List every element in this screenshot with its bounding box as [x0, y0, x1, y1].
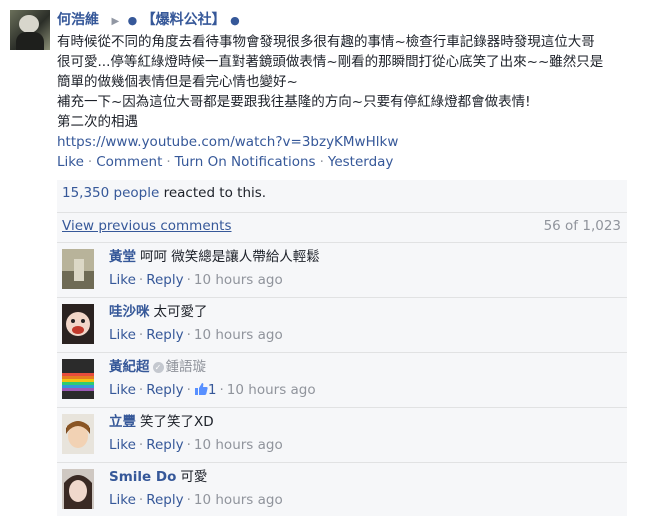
comment-like-link[interactable]: Like: [109, 327, 136, 343]
tagged-user[interactable]: 鍾語璇: [166, 359, 207, 375]
view-previous-comments-link[interactable]: View previous comments: [62, 218, 232, 234]
separator: ·: [219, 382, 224, 398]
post-line: 第二次的相遇: [57, 114, 138, 130]
post-line: 簡單的做幾個表情但是看完心情也變好~: [57, 74, 298, 90]
comment-text: 呵呵 微笑總是讓人帶給人輕鬆: [140, 249, 320, 265]
notifications-link[interactable]: Turn On Notifications: [175, 154, 316, 170]
divider: [57, 212, 627, 213]
post-line: 很可愛...停等紅綠燈時候一直對著鏡頭做表情~剛看的那瞬間打從心底笑了出來~~雖…: [57, 54, 604, 70]
separator: ·: [138, 272, 144, 288]
comment-timestamp[interactable]: 10 hours ago: [194, 437, 283, 453]
check-icon: ✓: [152, 362, 164, 373]
comment-timestamp[interactable]: 10 hours ago: [194, 272, 283, 288]
commenter-name[interactable]: 黃堂: [109, 249, 136, 265]
avatar-head-shape: [19, 15, 39, 33]
comment-reply-link[interactable]: Reply: [146, 327, 183, 343]
commenter-name[interactable]: Smile Do: [109, 469, 176, 485]
comment-like-count[interactable]: 1: [208, 382, 217, 398]
comment-text: 太可愛了: [153, 304, 208, 320]
comment-body: 哇沙咪 太可愛了 Like · Reply · 10 hours ago: [109, 303, 283, 343]
comment-body: 黃紀超 ✓ 鍾語璇 Like · Reply · 1 · 10 hours ago: [109, 358, 316, 398]
commenter-avatar[interactable]: [62, 304, 94, 344]
separator: ·: [166, 154, 171, 170]
commenter-name[interactable]: 立豐: [109, 414, 136, 430]
avatar-image-icon: [62, 249, 94, 289]
post-line: 有時候從不同的角度去看待事物會發現很多很有趣的事情~檢查行車記錄器時發現這位大哥: [57, 34, 595, 50]
comment-item: 黃堂 呵呵 微笑總是讓人帶給人輕鬆 Like · Reply · 10 hours ago: [57, 243, 627, 298]
avatar-body-shape: [16, 32, 44, 50]
avatar-image-icon: [62, 359, 94, 399]
post-video-link[interactable]: https://www.youtube.com/watch?v=3bzyKMwH…: [57, 132, 657, 152]
separator: ·: [186, 272, 191, 288]
separator: ·: [186, 382, 191, 398]
commenter-avatar[interactable]: [62, 249, 94, 289]
comment-reply-link[interactable]: Reply: [146, 272, 183, 288]
reactions-suffix: reacted to this.: [159, 185, 267, 201]
comment-timestamp[interactable]: 10 hours ago: [194, 327, 283, 343]
avatar-image-icon: [62, 414, 94, 454]
avatar-image-icon: [62, 469, 94, 509]
separator: ·: [186, 327, 191, 343]
comment-text: 笑了笑了XD: [140, 414, 214, 430]
post-line: 補充一下~因為這位大哥都是要跟我往基隆的方向~只要有停紅綠燈都會做表情!: [57, 94, 531, 110]
comment-link[interactable]: Comment: [96, 154, 162, 170]
dot-icon: ●: [127, 14, 138, 27]
group-name[interactable]: 【爆料公社】: [142, 12, 226, 28]
thumbs-up-icon[interactable]: [194, 382, 208, 398]
comment-reply-link[interactable]: Reply: [146, 382, 183, 398]
reactions-count[interactable]: 15,350 people: [62, 185, 159, 201]
separator: ·: [319, 154, 324, 170]
comment-like-link[interactable]: Like: [109, 437, 136, 453]
comment-like-link[interactable]: Like: [109, 492, 136, 508]
separator: ·: [87, 154, 93, 170]
reactions-summary: 15,350 people reacted to this.: [62, 185, 266, 201]
comment-timestamp[interactable]: 10 hours ago: [194, 492, 283, 508]
comments-count: 56 of 1,023: [543, 218, 621, 234]
arrow-right-icon: ▶: [111, 16, 120, 27]
comment-reply-link[interactable]: Reply: [146, 492, 183, 508]
like-link[interactable]: Like: [57, 154, 84, 170]
commenter-avatar[interactable]: [62, 414, 94, 454]
commenter-avatar[interactable]: [62, 359, 94, 399]
commenter-name[interactable]: 哇沙咪: [109, 304, 150, 320]
comment-text: 可愛: [180, 469, 208, 485]
comment-item: Smile Do 可愛 Like · Reply · 10 hours ago: [57, 463, 627, 518]
post-author-name[interactable]: 何浩維: [57, 12, 99, 28]
comment-body: Smile Do 可愛 Like · Reply · 10 hours ago: [109, 468, 283, 508]
comment-item: 哇沙咪 太可愛了 Like · Reply · 10 hours ago: [57, 298, 627, 353]
post-author-avatar[interactable]: [10, 10, 50, 50]
dot-icon: ●: [230, 14, 240, 27]
commenter-avatar[interactable]: [62, 469, 94, 509]
comment-body: 立豐 笑了笑了XD Like · Reply · 10 hours ago: [109, 413, 283, 453]
separator: ·: [138, 382, 144, 398]
post-timestamp[interactable]: Yesterday: [328, 154, 394, 170]
avatar-image-icon: [62, 304, 94, 344]
comment-reply-link[interactable]: Reply: [146, 437, 183, 453]
separator: ·: [138, 437, 144, 453]
commenter-name[interactable]: 黃紀超: [109, 359, 150, 375]
post-header: 何浩維 ▶ ● 【爆料公社】 ●: [57, 10, 240, 32]
comment-like-link[interactable]: Like: [109, 382, 136, 398]
separator: ·: [138, 492, 144, 508]
comment-body: 黃堂 呵呵 微笑總是讓人帶給人輕鬆 Like · Reply · 10 hours ago: [109, 248, 320, 288]
comment-like-link[interactable]: Like: [109, 272, 136, 288]
comment-timestamp[interactable]: 10 hours ago: [227, 382, 316, 398]
separator: ·: [138, 327, 144, 343]
comment-item: 立豐 笑了笑了XD Like · Reply · 10 hours ago: [57, 408, 627, 463]
separator: ·: [186, 492, 191, 508]
separator: ·: [186, 437, 191, 453]
comment-item: 黃紀超 ✓ 鍾語璇 Like · Reply · 1 · 10 hours ago: [57, 353, 627, 408]
post-actions: Like · Comment · Turn On Notifications · Yeste…: [57, 154, 393, 170]
comments-panel: 15,350 people reacted to this. View prev…: [57, 180, 627, 516]
post-body: 有時候從不同的角度去看待事物會發現很多很有趣的事情~檢查行車記錄器時發現這位大哥…: [57, 32, 657, 152]
